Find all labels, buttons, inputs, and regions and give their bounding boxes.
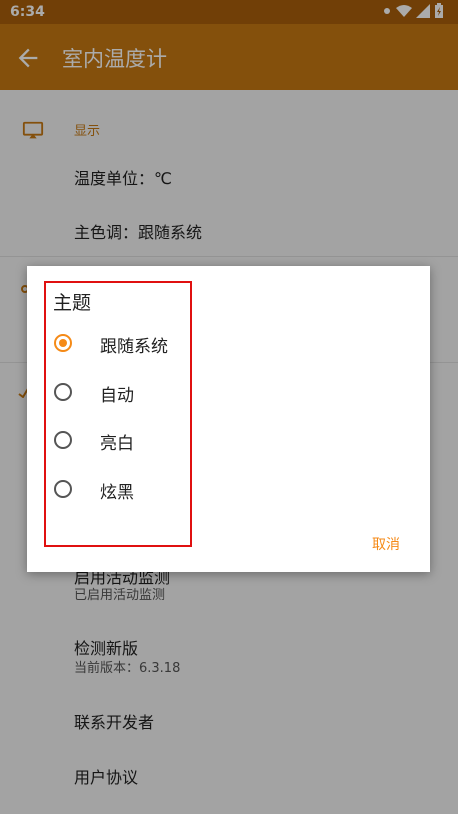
cancel-button[interactable]: 取消 (372, 534, 400, 554)
theme-dialog: 主题 跟随系统 自动 亮白 炫黑 取消 (27, 266, 430, 572)
radio-unselected-icon[interactable] (54, 431, 72, 449)
theme-option-follow-system[interactable]: 跟随系统 (27, 322, 430, 370)
radio-selected-icon[interactable] (54, 334, 72, 352)
theme-option-auto[interactable]: 自动 (27, 371, 430, 419)
theme-option-dark[interactable]: 炫黑 (27, 468, 430, 516)
radio-unselected-icon[interactable] (54, 383, 72, 401)
theme-option-light[interactable]: 亮白 (27, 419, 430, 467)
option-label: 自动 (100, 386, 134, 406)
radio-unselected-icon[interactable] (54, 480, 72, 498)
option-label: 跟随系统 (100, 337, 168, 357)
dialog-title: 主题 (53, 292, 92, 314)
option-label: 亮白 (100, 434, 134, 454)
option-label: 炫黑 (100, 483, 134, 503)
